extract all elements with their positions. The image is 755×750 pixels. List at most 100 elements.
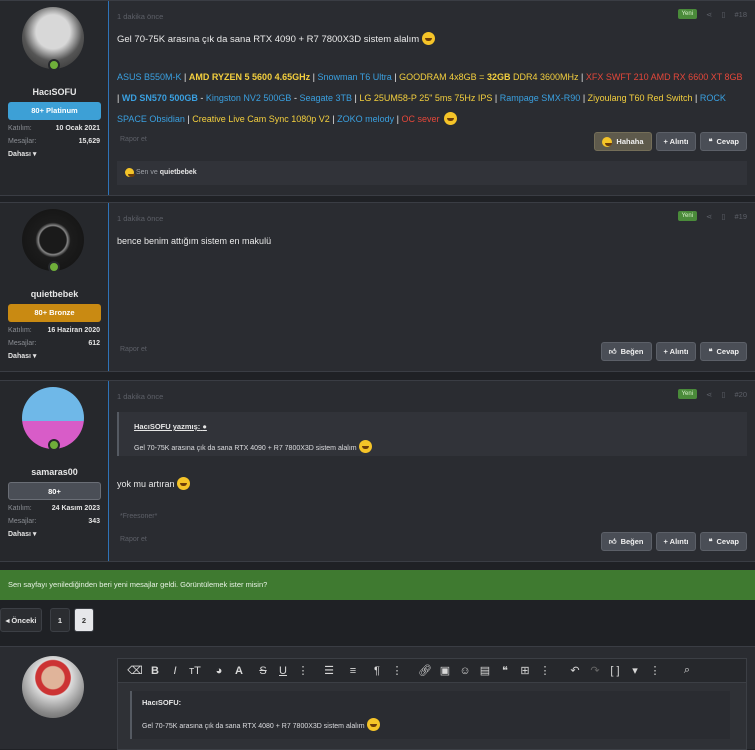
share-icon[interactable]: ⋖: [706, 212, 712, 221]
quote-author-link[interactable]: HacıSOFU yazmış: ●: [134, 422, 207, 431]
more-dropdown[interactable]: Dahası ▾: [8, 352, 36, 360]
messages-value: 15,629: [78, 137, 100, 145]
new-tag: Yeni: [677, 9, 698, 19]
more-icon[interactable]: ⋮: [388, 664, 406, 677]
post-time[interactable]: 1 dakika önce: [117, 392, 163, 401]
italic-icon[interactable]: I: [166, 665, 184, 677]
editor-toolbar: ⌫ B I ᴛT ◕ A S U ⋮ ☰ ≡ ¶ ⋮ 🔗︎ ▣ ☺ ▤ ❝ ⊞ …: [117, 658, 747, 682]
list-icon[interactable]: ☰: [320, 664, 338, 677]
post-actions: Yeni ⋖ ▯ #18: [677, 9, 747, 19]
report-link[interactable]: Rapor et: [120, 136, 147, 143]
text-size-icon[interactable]: ᴛT: [186, 665, 204, 677]
online-indicator: [48, 59, 60, 71]
blockquote: HacıSOFU yazmış: ● Gel 70-75K arasına çı…: [117, 412, 747, 456]
redo-icon[interactable]: ↷: [586, 664, 604, 677]
page-2-button[interactable]: 2: [74, 608, 94, 632]
post-number[interactable]: #18: [734, 10, 747, 19]
spec-item: DDR4 3600MHz: [510, 72, 579, 82]
post-time[interactable]: 1 dakika önce: [117, 214, 163, 223]
quote-button[interactable]: + Alıntı: [655, 532, 697, 551]
reaction-button[interactable]: Hahaha: [594, 132, 652, 151]
bold-icon[interactable]: B: [146, 665, 164, 677]
grin-emoji-icon: [366, 718, 380, 731]
quote-button[interactable]: + Alıntı: [655, 342, 697, 361]
quote-button[interactable]: + Alıntı: [655, 132, 697, 151]
username[interactable]: quietbebek: [0, 289, 109, 299]
post-text: Gel 70-75K arasına çık da sana RTX 4090 …: [117, 32, 435, 46]
post-time[interactable]: 1 dakika önce: [117, 12, 163, 21]
user-meta: Katılım: 10 Ocak 2021 Mesajlar: 15,629: [8, 123, 100, 148]
reply-button[interactable]: ❝ Cevap: [700, 532, 747, 551]
share-icon[interactable]: ⋖: [706, 10, 712, 19]
underline-icon[interactable]: U: [274, 665, 292, 677]
palette-icon[interactable]: ◕: [210, 665, 228, 677]
more-options-icon[interactable]: ⋮: [646, 664, 664, 677]
spec-item: ASUS B550M-K: [117, 72, 182, 82]
spec-item: OC sever: [401, 114, 440, 124]
prev-page-button[interactable]: ◂ Önceki: [0, 608, 42, 632]
media-icon[interactable]: ▤: [476, 664, 494, 677]
spec-item: XFX SWFT 210 AMD RX 6600 XT 8GB: [585, 72, 743, 82]
bookmark-icon[interactable]: ▯: [721, 212, 725, 221]
reply-button[interactable]: ❝ Cevap: [700, 342, 747, 361]
preview-icon[interactable]: ⌕: [678, 664, 696, 677]
eraser-icon[interactable]: ⌫: [126, 664, 144, 677]
user-panel: samaras00 80+ Katılım: 24 Kasım 2023 Mesa…: [0, 381, 109, 561]
messages-label: Mesajlar:: [8, 137, 37, 145]
spec-item: |: [181, 72, 189, 82]
bbcode-icon[interactable]: [ ]: [606, 665, 624, 677]
reactions-bar[interactable]: Sen ve quietbebek: [117, 161, 747, 185]
undo-icon[interactable]: ↶: [566, 664, 584, 677]
username[interactable]: samaras00: [0, 467, 109, 477]
more-dropdown[interactable]: Dahası ▾: [8, 530, 36, 538]
arrow-up-circle-icon[interactable]: ●: [202, 422, 207, 431]
report-link[interactable]: Rapor et: [120, 346, 147, 353]
spec-item: |: [692, 93, 700, 103]
page-1-button[interactable]: 1: [50, 608, 70, 632]
quote-icon[interactable]: ❝: [496, 664, 514, 677]
like-button[interactable]: 👍︎ Beğen: [600, 342, 652, 361]
user-panel: HacıSOFU 80+ Platinum Katılım: 10 Ocak 20…: [0, 1, 109, 195]
signature-specs: ASUS B550M-K | AMD RYZEN 5 5600 4.65GHz …: [117, 67, 747, 130]
post-number[interactable]: #19: [734, 212, 747, 221]
editor-body[interactable]: HacıSOFU: Gel 70-75K arasına çık da sana…: [117, 682, 747, 750]
table-icon[interactable]: ⊞: [516, 664, 534, 677]
quote-marks-icon: ❝: [708, 137, 713, 146]
image-icon[interactable]: ▣: [436, 664, 454, 677]
spec-item: Ziyoulang T60 Red Switch: [587, 93, 693, 103]
joined-label: Katılım:: [8, 505, 32, 512]
more-formatting-icon[interactable]: ⋮: [294, 664, 312, 677]
spec-item: GOODRAM 4x8GB =: [399, 72, 487, 82]
font-icon[interactable]: A: [230, 665, 248, 677]
joined-label: Katılım:: [8, 327, 32, 334]
user-panel: quietbebek 80+ Bronze Katılım: 16 Haziran…: [0, 203, 109, 371]
report-link[interactable]: Rapor et: [120, 536, 147, 543]
post-number[interactable]: #20: [734, 390, 747, 399]
joined-label: Katılım:: [8, 125, 32, 132]
reply-button[interactable]: ❝ Cevap: [700, 132, 747, 151]
post-buttons: Hahaha + Alıntı ❝ Cevap: [594, 132, 747, 151]
link-icon[interactable]: 🔗︎: [416, 664, 434, 677]
user-badge: 80+: [8, 482, 101, 500]
save-draft-icon[interactable]: ▾: [626, 664, 644, 677]
grin-emoji-icon: [177, 477, 191, 490]
avatar[interactable]: [22, 656, 84, 718]
username[interactable]: HacıSOFU: [0, 87, 109, 97]
strikethrough-icon[interactable]: S: [254, 665, 272, 677]
spec-item: -: [197, 93, 206, 103]
new-messages-banner[interactable]: Sen sayfayı yenilediğinden beri yeni mes…: [0, 570, 755, 600]
bookmark-icon[interactable]: ▯: [721, 390, 725, 399]
share-icon[interactable]: ⋖: [706, 390, 712, 399]
thumbs-up-icon: 👍︎: [608, 536, 617, 546]
grin-emoji-icon: [358, 440, 372, 453]
more-insert-icon[interactable]: ⋮: [536, 664, 554, 677]
paragraph-icon[interactable]: ¶: [368, 665, 386, 677]
bookmark-icon[interactable]: ▯: [721, 10, 725, 19]
spec-item: 32GB: [486, 72, 511, 82]
align-icon[interactable]: ≡: [344, 665, 362, 677]
smiley-icon[interactable]: ☺: [456, 665, 474, 677]
thumbs-up-icon: 👍︎: [608, 346, 617, 356]
new-tag: Yeni: [677, 211, 698, 221]
like-button[interactable]: 👍︎ Beğen: [600, 532, 652, 551]
more-dropdown[interactable]: Dahası ▾: [8, 150, 36, 158]
